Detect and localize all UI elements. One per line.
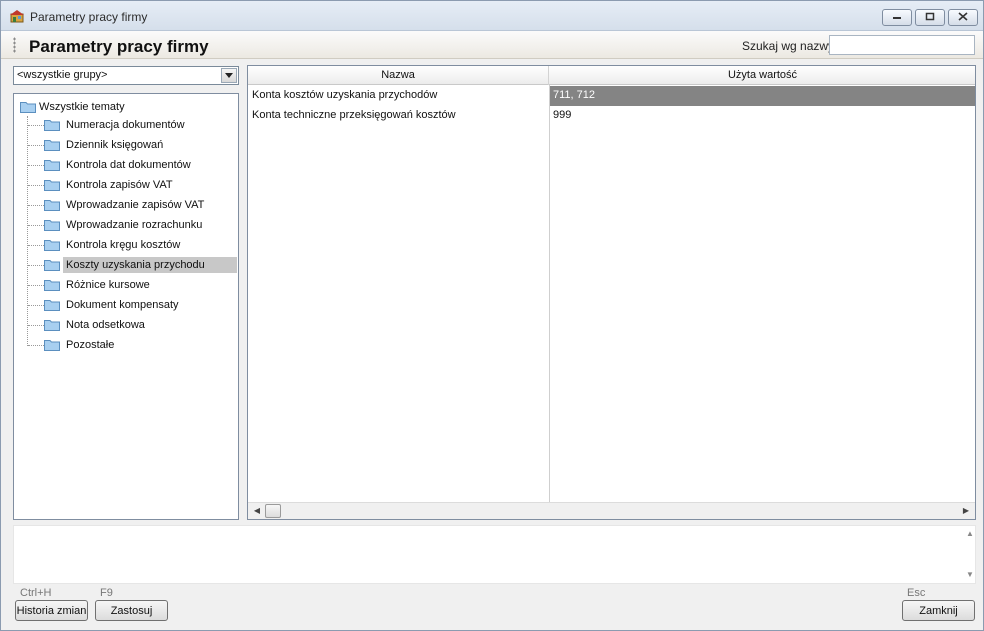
parameters-grid[interactable]: Nazwa Użyta wartość Konta kosztów uzyska… bbox=[247, 65, 976, 520]
tree-item-label: Wprowadzanie zapisów VAT bbox=[66, 199, 205, 211]
tree-item[interactable]: Dziennik księgowań bbox=[28, 135, 238, 155]
history-shortcut-hint: Ctrl+H bbox=[20, 587, 52, 599]
search-label: Szukaj wg nazwy bbox=[742, 39, 835, 53]
tree-connector bbox=[28, 284, 44, 286]
tree-item[interactable]: Kontrola kręgu kosztów bbox=[28, 235, 238, 255]
apply-shortcut-hint: F9 bbox=[100, 587, 113, 599]
tree-connector bbox=[28, 324, 44, 326]
folder-icon bbox=[44, 139, 60, 151]
folder-icon bbox=[44, 159, 60, 171]
scroll-left-icon[interactable]: ◀ bbox=[251, 505, 263, 517]
cell-value-selected[interactable]: 711, 712 bbox=[550, 86, 975, 106]
group-select[interactable]: <wszystkie grupy> bbox=[13, 66, 239, 85]
folder-icon bbox=[44, 279, 60, 291]
close-window-button[interactable] bbox=[948, 9, 978, 26]
chevron-down-icon[interactable] bbox=[221, 68, 237, 83]
tree-connector bbox=[28, 204, 44, 206]
cell-value[interactable]: 999 bbox=[550, 106, 975, 126]
topic-tree[interactable]: Wszystkie tematy Numeracja dokumentów Dz… bbox=[13, 93, 239, 520]
scroll-right-icon[interactable]: ▶ bbox=[960, 505, 972, 517]
window: Parametry pracy firmy Parametry pracy fi… bbox=[0, 0, 984, 631]
window-title: Parametry pracy firmy bbox=[30, 10, 148, 24]
folder-icon bbox=[44, 239, 60, 251]
tree-item-label: Nota odsetkowa bbox=[66, 319, 145, 331]
history-button[interactable]: Historia zmian bbox=[15, 600, 88, 621]
tree-item[interactable]: Pozostałe bbox=[28, 335, 238, 355]
tree-item-label: Numeracja dokumentów bbox=[66, 119, 185, 131]
tree-item[interactable]: Kontrola dat dokumentów bbox=[28, 155, 238, 175]
cell-name: Konta techniczne przeksięgowań kosztów bbox=[252, 109, 456, 121]
folder-icon bbox=[44, 299, 60, 311]
folder-icon bbox=[44, 119, 60, 131]
tree-item-label: Kontrola kręgu kosztów bbox=[66, 239, 181, 251]
tree-item[interactable]: Nota odsetkowa bbox=[28, 315, 238, 335]
tree-item-label: Różnice kursowe bbox=[66, 279, 150, 291]
cell-name: Konta kosztów uzyskania przychodów bbox=[252, 89, 438, 101]
group-select-value: <wszystkie grupy> bbox=[17, 69, 108, 81]
table-row[interactable]: Konta techniczne przeksięgowań kosztów 9… bbox=[248, 106, 975, 126]
tree-item-label: Dokument kompensaty bbox=[66, 299, 179, 311]
minimize-icon bbox=[892, 12, 902, 23]
column-header-nazwa[interactable]: Nazwa bbox=[248, 66, 549, 85]
close-shortcut-hint: Esc bbox=[907, 587, 926, 599]
tree-connector bbox=[28, 164, 44, 166]
folder-icon bbox=[44, 319, 60, 331]
tree-connector bbox=[28, 144, 44, 146]
folder-icon bbox=[20, 101, 36, 113]
folder-icon bbox=[44, 179, 60, 191]
tree-connector bbox=[28, 304, 44, 306]
tree-root-label: Wszystkie tematy bbox=[39, 101, 125, 113]
close-button[interactable]: Zamknij bbox=[902, 600, 975, 621]
tree-item[interactable]: Wprowadzanie rozrachunku bbox=[28, 215, 238, 235]
minimize-button[interactable] bbox=[882, 9, 912, 26]
search-input[interactable] bbox=[829, 35, 975, 55]
tree-item-label: Wprowadzanie rozrachunku bbox=[66, 219, 203, 231]
restore-button[interactable] bbox=[915, 9, 945, 26]
tree-item-label: Kontrola dat dokumentów bbox=[66, 159, 191, 171]
tree-connector bbox=[28, 344, 44, 346]
column-header-wartosc[interactable]: Użyta wartość bbox=[550, 66, 975, 85]
header-bar: Parametry pracy firmy Szukaj wg nazwy bbox=[1, 31, 983, 59]
scroll-up-icon[interactable]: ▲ bbox=[964, 529, 976, 539]
title-bar: Parametry pracy firmy bbox=[1, 1, 983, 31]
toolbar-grip bbox=[13, 37, 16, 53]
restore-icon bbox=[925, 12, 935, 24]
tree-item-label: Koszty uzyskania przychodu bbox=[63, 257, 237, 273]
column-separator bbox=[549, 85, 550, 502]
folder-icon bbox=[44, 339, 60, 351]
table-row[interactable]: Konta kosztów uzyskania przychodów 711, … bbox=[248, 86, 975, 106]
close-icon bbox=[958, 11, 968, 24]
folder-icon bbox=[44, 259, 60, 271]
tree-item[interactable]: Dokument kompensaty bbox=[28, 295, 238, 315]
tree-item-selected[interactable]: Koszty uzyskania przychodu bbox=[28, 255, 238, 275]
scroll-thumb[interactable] bbox=[265, 504, 281, 518]
tree-item[interactable]: Numeracja dokumentów bbox=[28, 115, 238, 135]
tree-item-label: Kontrola zapisów VAT bbox=[66, 179, 173, 191]
folder-icon bbox=[44, 199, 60, 211]
folder-icon bbox=[44, 219, 60, 231]
scroll-down-icon[interactable]: ▼ bbox=[964, 570, 976, 580]
page-title: Parametry pracy firmy bbox=[29, 37, 209, 56]
tree-connector bbox=[28, 244, 44, 246]
tree-connector bbox=[28, 184, 44, 186]
tree-connector bbox=[28, 224, 44, 226]
horizontal-scrollbar[interactable]: ◀ ▶ bbox=[248, 502, 975, 519]
tree-root[interactable]: Wszystkie tematy bbox=[20, 98, 125, 116]
tree-item-label: Dziennik księgowań bbox=[66, 139, 164, 151]
app-icon bbox=[10, 9, 24, 23]
grid-header: Nazwa Użyta wartość bbox=[248, 66, 975, 85]
description-panel: ▲ ▼ bbox=[13, 525, 976, 584]
tree-connector bbox=[28, 264, 44, 266]
apply-button[interactable]: Zastosuj bbox=[95, 600, 168, 621]
tree-item[interactable]: Kontrola zapisów VAT bbox=[28, 175, 238, 195]
tree-item[interactable]: Wprowadzanie zapisów VAT bbox=[28, 195, 238, 215]
tree-item-label: Pozostałe bbox=[66, 339, 115, 351]
tree-item[interactable]: Różnice kursowe bbox=[28, 275, 238, 295]
tree-connector bbox=[28, 124, 44, 126]
